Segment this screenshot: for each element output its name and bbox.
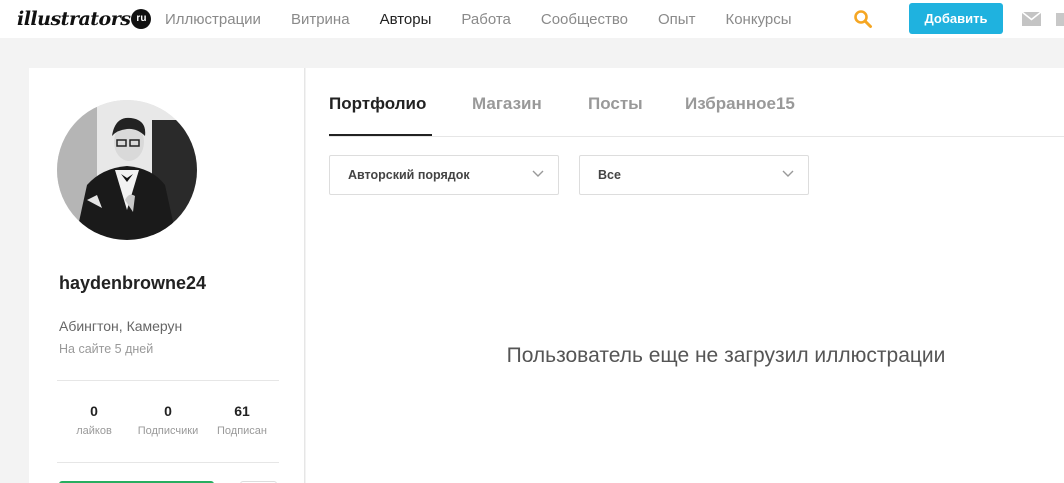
chevron-down-icon xyxy=(782,170,794,177)
tab-shop[interactable]: Магазин xyxy=(472,94,542,114)
sort-order-select[interactable]: Авторский порядок xyxy=(329,155,559,195)
profile-location: Абингтон, Камерун xyxy=(59,318,183,334)
profile-username: haydenbrowne24 xyxy=(59,273,207,293)
stat-following[interactable]: 61 Подписан xyxy=(205,403,279,437)
site-logo[interactable]: illustrators ru xyxy=(17,2,152,36)
stat-label: Подписчики xyxy=(137,425,199,437)
main-nav: Иллюстрации Витрина Авторы Работа Сообще… xyxy=(165,0,822,38)
stat-likes[interactable]: 0 лайков xyxy=(57,403,131,437)
nav-item-work[interactable]: Работа xyxy=(461,11,511,28)
tab-posts[interactable]: Посты xyxy=(588,94,643,114)
stat-followers[interactable]: 0 Подписчики xyxy=(131,403,205,437)
search-icon[interactable] xyxy=(853,9,873,29)
nav-item-contests[interactable]: Конкурсы xyxy=(725,11,791,28)
mail-icon[interactable] xyxy=(1022,12,1041,26)
add-button[interactable]: Добавить xyxy=(909,3,1003,34)
divider xyxy=(57,380,279,381)
empty-portfolio-message: Пользователь еще не загрузил иллюстрации xyxy=(506,344,946,367)
profile-on-site-duration: На сайте 5 дней xyxy=(59,342,154,356)
logo-text: illustrators xyxy=(17,8,131,30)
profile-content: Портфолио Магазин Посты Избранное15 Авто… xyxy=(306,68,1064,483)
nav-item-showcase[interactable]: Витрина xyxy=(291,11,350,28)
sort-order-value: Авторский порядок xyxy=(348,168,470,182)
stat-value: 0 xyxy=(164,403,172,419)
tab-favorites[interactable]: Избранное15 xyxy=(685,94,795,114)
profile-tabs: Портфолио Магазин Посты Избранное15 xyxy=(329,68,1064,137)
nav-item-experience[interactable]: Опыт xyxy=(658,11,695,28)
stat-label: Подписан xyxy=(217,425,267,437)
stat-label: лайков xyxy=(76,425,112,437)
profile-sidebar: haydenbrowne24 Абингтон, Камерун На сайт… xyxy=(29,68,305,483)
profile-stats: 0 лайков 0 Подписчики 61 Подписан xyxy=(57,403,279,437)
logo-badge: ru xyxy=(131,9,152,29)
nav-item-authors[interactable]: Авторы xyxy=(380,11,432,28)
category-select[interactable]: Все xyxy=(579,155,809,195)
divider xyxy=(57,462,279,463)
active-tab-indicator xyxy=(329,134,432,136)
category-value: Все xyxy=(598,168,621,182)
nav-item-community[interactable]: Сообщество xyxy=(541,11,628,28)
tab-portfolio[interactable]: Портфолио xyxy=(329,94,426,114)
user-menu-icon[interactable] xyxy=(1056,13,1064,26)
stat-value: 0 xyxy=(90,403,98,419)
chevron-down-icon xyxy=(532,170,544,177)
top-navigation: illustrators ru Иллюстрации Витрина Авто… xyxy=(0,0,1064,38)
stat-value: 61 xyxy=(234,403,250,419)
avatar xyxy=(57,100,197,240)
nav-item-illustrations[interactable]: Иллюстрации xyxy=(165,11,261,28)
